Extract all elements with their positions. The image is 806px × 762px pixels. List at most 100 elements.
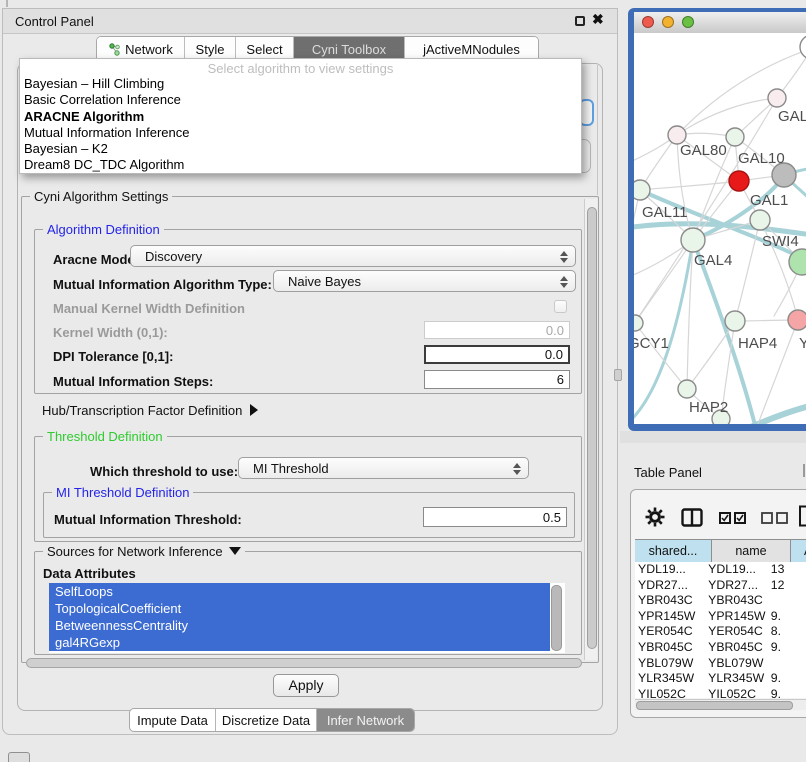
corner-button-fragment[interactable]: [8, 752, 30, 762]
hub-definition-toggle[interactable]: Hub/Transcription Factor Definition: [42, 403, 258, 418]
node-label-hap2: HAP2: [689, 399, 728, 416]
data-attribute-selfloops[interactable]: SelfLoops: [49, 583, 550, 600]
combo-arrows-icon: [560, 250, 568, 264]
dpi-tolerance-input[interactable]: [424, 345, 570, 364]
scrollbar-thumb[interactable]: [587, 207, 597, 649]
table-row[interactable]: YER054CYER054C8.: [635, 624, 806, 640]
aracne-mode-select[interactable]: Discovery: [130, 245, 576, 267]
network-node-swi4[interactable]: [750, 210, 770, 230]
algorithm-definition-title: Algorithm Definition: [43, 222, 164, 237]
window-minimize-button[interactable]: [662, 16, 674, 28]
table-cell: YPR145W: [635, 609, 700, 625]
tab-infer-network[interactable]: Infer Network: [316, 709, 414, 731]
network-node-gal10[interactable]: [726, 128, 744, 146]
node-label-gal: GAL: [778, 108, 806, 125]
network-edge: [687, 321, 735, 389]
document-icon[interactable]: [798, 505, 806, 527]
hidden-border-fragment: [597, 65, 598, 195]
mi-type-select[interactable]: Naive Bayes: [273, 270, 576, 292]
algorithm-option-aracne-algorithm[interactable]: ARACNE Algorithm: [20, 109, 581, 125]
list-scrollbar-thumb[interactable]: [551, 585, 562, 651]
table-row[interactable]: YBR043CYBR043C: [635, 593, 806, 609]
table-cell: 13: [768, 562, 806, 578]
node-label-gal10: GAL10: [738, 150, 785, 167]
table-row[interactable]: YLR345WYLR345W9.: [635, 671, 806, 687]
close-icon[interactable]: ✖: [592, 11, 604, 28]
network-window-titlebar: [634, 12, 806, 34]
table-cell: YIL052C: [700, 687, 768, 698]
node-label-gal11: GAL11: [642, 204, 688, 221]
network-node-gal11[interactable]: [634, 180, 650, 200]
column-header-name[interactable]: name: [712, 540, 791, 563]
table-cell: YER054C: [700, 624, 768, 640]
algorithm-option-bayesian-hill-climbing[interactable]: Bayesian – Hill Climbing: [20, 76, 581, 92]
dpi-tolerance-label: DPI Tolerance [0,1]:: [53, 349, 173, 364]
table-row[interactable]: YBR045CYBR045C9.: [635, 640, 806, 656]
deselect-all-icon[interactable]: [761, 512, 788, 524]
threshold-definition-title: Threshold Definition: [43, 429, 167, 444]
settings-vertical-scrollbar[interactable]: [584, 199, 597, 660]
table-cell: YBL079W: [700, 656, 768, 672]
table-cell: YDR27...: [700, 578, 768, 594]
table-cell: YLR345W: [635, 671, 700, 687]
apply-button[interactable]: Apply: [273, 674, 339, 697]
network-node-hap2[interactable]: [678, 380, 696, 398]
scrollbar-thumb[interactable]: [636, 701, 793, 710]
network-icon: [108, 43, 121, 56]
window-zoom-button[interactable]: [682, 16, 694, 28]
float-icon[interactable]: [575, 16, 585, 26]
network-canvas[interactable]: GALGAL80GAL10GAL1GAL11SWI4GAL4GCY1HAP4YH…: [634, 33, 806, 424]
data-attributes-label: Data Attributes: [43, 566, 136, 581]
data-attributes-list[interactable]: SelfLoopsTopologicalCoefficientBetweenne…: [49, 583, 565, 653]
table-cell: YDL19...: [700, 562, 768, 578]
algorithm-options: Bayesian – Hill ClimbingBasic Correlatio…: [20, 76, 581, 174]
data-attribute-betweennesscentrality[interactable]: BetweennessCentrality: [49, 617, 550, 634]
network-node[interactable]: [800, 35, 806, 59]
kernel-width-input[interactable]: [424, 321, 570, 339]
network-node-gal[interactable]: [768, 89, 786, 107]
algorithm-option-mutual-information-inference[interactable]: Mutual Information Inference: [20, 125, 581, 141]
settings-horizontal-scrollbar[interactable]: [26, 658, 582, 668]
table-row[interactable]: YDL19...YDL19...13: [635, 562, 806, 578]
table-horizontal-scrollbar[interactable]: [635, 699, 806, 710]
table-row[interactable]: YPR145WYPR145W9.: [635, 609, 806, 625]
table-row[interactable]: YDR27...YDR27...12: [635, 578, 806, 594]
data-attribute-topologicalcoefficient[interactable]: TopologicalCoefficient: [49, 600, 550, 617]
algorithm-option-dream8-dc-tdc-algorithm[interactable]: Dream8 DC_TDC Algorithm: [20, 157, 581, 173]
cyni-algorithm-settings-group: Cyni Algorithm Settings Algorithm Defini…: [21, 196, 599, 663]
window-close-button[interactable]: [642, 16, 654, 28]
table-cell: YDL19...: [635, 562, 700, 578]
network-view-window: GALGAL80GAL10GAL1GAL11SWI4GAL4GCY1HAP4YH…: [628, 8, 806, 431]
data-attribute-gal4rgexp[interactable]: gal4RGexp: [49, 634, 550, 651]
mi-steps-input[interactable]: [424, 370, 570, 389]
column-split-icon[interactable]: [681, 508, 703, 527]
table-cell: YER054C: [635, 624, 700, 640]
network-graph: GALGAL80GAL10GAL1GAL11SWI4GAL4GCY1HAP4YH…: [634, 33, 806, 424]
algorithm-option-bayesian-k2[interactable]: Bayesian – K2: [20, 141, 581, 157]
table-row[interactable]: YBL079WYBL079W: [635, 656, 806, 672]
network-node-y[interactable]: [788, 310, 806, 330]
manual-kernel-checkbox[interactable]: [554, 300, 567, 313]
split-pane-handle[interactable]: [614, 369, 622, 381]
network-node-gal4[interactable]: [681, 228, 705, 252]
select-all-icon[interactable]: [719, 512, 746, 524]
threshold-select[interactable]: MI Threshold: [238, 457, 529, 479]
tab-discretize-data[interactable]: Discretize Data: [215, 709, 316, 731]
column-header-shared[interactable]: shared...: [635, 540, 712, 563]
column-header-a[interactable]: A: [791, 540, 806, 563]
mi-threshold-input[interactable]: [423, 507, 567, 527]
threshold-select-value: MI Threshold: [253, 459, 329, 479]
algorithm-option-basic-correlation-inference[interactable]: Basic Correlation Inference: [20, 92, 581, 108]
sources-toggle[interactable]: Sources for Network Inference: [43, 544, 245, 559]
network-node-gcy1[interactable]: [634, 315, 643, 331]
table-row[interactable]: YIL052CYIL052C9.: [635, 687, 806, 698]
traffic-lights: [634, 16, 694, 31]
network-node-gal1[interactable]: [729, 171, 749, 191]
combo-arrows-icon: [560, 275, 568, 289]
gear-icon[interactable]: [645, 507, 665, 527]
tab-label: Select: [246, 42, 282, 57]
table-cell: 9.: [768, 640, 806, 656]
network-node-hap4[interactable]: [725, 311, 745, 331]
control-panel-titlebar: Control Panel: [3, 9, 617, 34]
tab-impute-data[interactable]: Impute Data: [130, 709, 215, 731]
